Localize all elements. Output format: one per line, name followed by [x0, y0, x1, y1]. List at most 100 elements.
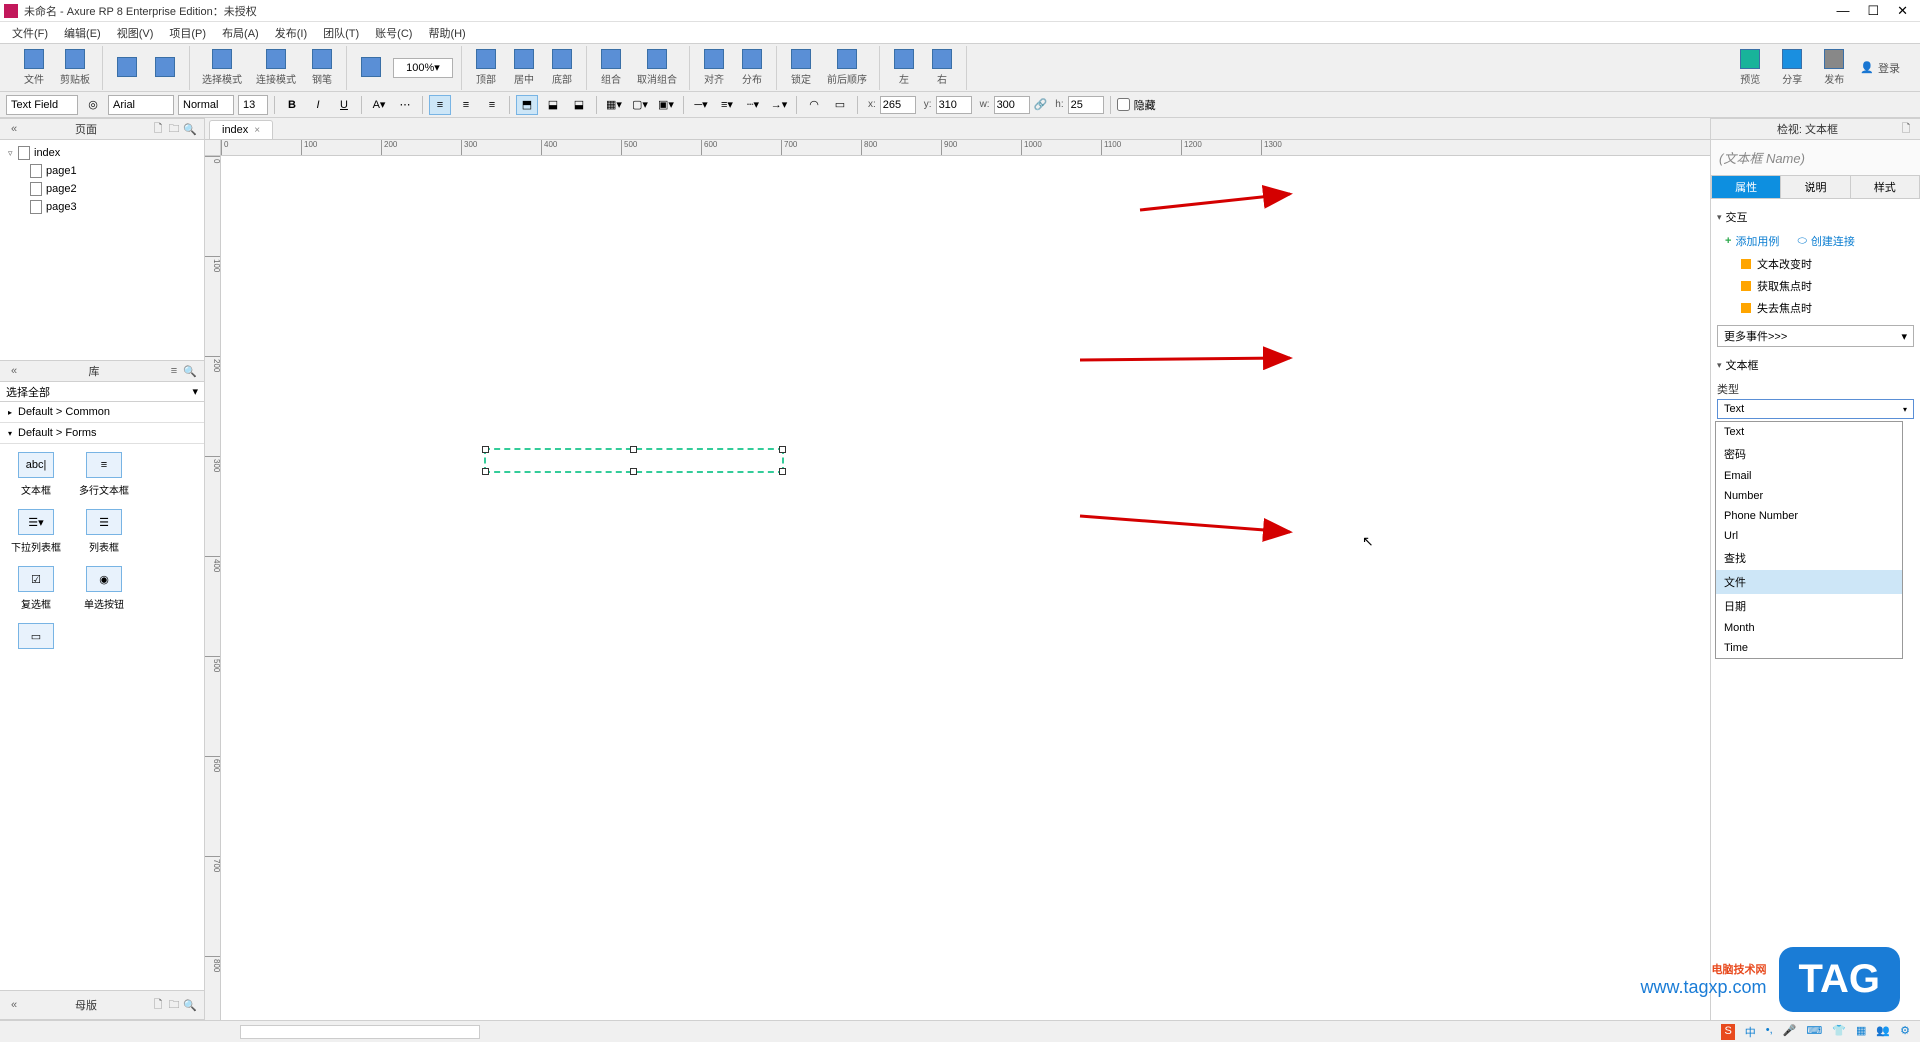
tab-properties[interactable]: 属性: [1711, 175, 1781, 199]
type-option-phone-number[interactable]: Phone Number: [1716, 506, 1902, 526]
undo-button[interactable]: [111, 55, 143, 81]
clipboard-button[interactable]: 剪贴板: [56, 47, 94, 88]
close-tab-icon[interactable]: ×: [254, 125, 260, 136]
canvas[interactable]: [221, 156, 1710, 1020]
event-lost-focus[interactable]: 失去焦点时: [1717, 297, 1914, 319]
type-option-日期[interactable]: 日期: [1716, 594, 1902, 618]
lib-category-common[interactable]: ▸Default > Common: [0, 402, 204, 423]
y-input[interactable]: [936, 96, 972, 114]
minimize-button[interactable]: —: [1836, 3, 1849, 19]
zoom-select[interactable]: 100% ▾: [393, 58, 453, 78]
search-pages-icon[interactable]: 🔍: [182, 121, 198, 137]
preview-button[interactable]: 预览: [1734, 47, 1766, 88]
widget-listbox[interactable]: ☰列表框: [76, 509, 132, 554]
collapse-master-icon[interactable]: «: [6, 997, 22, 1013]
align-bottom-button[interactable]: 底部: [546, 47, 578, 88]
pen-button[interactable]: 钢笔: [306, 47, 338, 88]
event-text-change[interactable]: 文本改变时: [1717, 253, 1914, 275]
inner-shadow-button[interactable]: ▣▾: [655, 95, 677, 115]
page-item-page3[interactable]: page3: [0, 198, 204, 216]
collapse-lib-icon[interactable]: «: [6, 363, 22, 379]
section-textfield[interactable]: ▾文本框: [1717, 353, 1914, 377]
page-item-page1[interactable]: page1: [0, 162, 204, 180]
padding-button[interactable]: ▭: [829, 95, 851, 115]
section-interactions[interactable]: ▾交互: [1717, 205, 1914, 229]
lock-aspect-icon[interactable]: 🔗: [1034, 98, 1048, 111]
hidden-checkbox[interactable]: [1117, 98, 1130, 111]
page-item-index[interactable]: ▿index: [0, 144, 204, 162]
type-option-text[interactable]: Text: [1716, 422, 1902, 442]
add-page-icon[interactable]: 🗋: [150, 121, 166, 137]
w-input[interactable]: [994, 96, 1030, 114]
menu-view[interactable]: 视图(V): [111, 23, 160, 43]
canvas-tab-index[interactable]: index×: [209, 120, 273, 139]
status-people-icon[interactable]: 👥: [1876, 1024, 1890, 1040]
menu-team[interactable]: 团队(T): [317, 23, 365, 43]
line-width-button[interactable]: ≡▾: [716, 95, 738, 115]
group-button[interactable]: 组合: [595, 47, 627, 88]
type-option-month[interactable]: Month: [1716, 618, 1902, 638]
valign-middle-button[interactable]: ⬓: [542, 95, 564, 115]
status-shirt-icon[interactable]: 👕: [1832, 1024, 1846, 1040]
x-input[interactable]: [880, 96, 916, 114]
search-master-icon[interactable]: 🔍: [182, 997, 198, 1013]
font-color-button[interactable]: A▾: [368, 95, 390, 115]
selected-textfield-widget[interactable]: [484, 448, 784, 473]
widget-checkbox[interactable]: ☑复选框: [8, 566, 64, 611]
status-grid-icon[interactable]: ▦: [1856, 1024, 1866, 1040]
tab-notes[interactable]: 说明: [1781, 175, 1850, 199]
align-center-button[interactable]: ≡: [455, 95, 477, 115]
widget-submit[interactable]: ▭: [8, 623, 64, 649]
type-option-密码[interactable]: 密码: [1716, 442, 1902, 466]
widget-droplist[interactable]: ☰▾下拉列表框: [8, 509, 64, 554]
weight-select[interactable]: Normal: [178, 95, 234, 115]
type-option-number[interactable]: Number: [1716, 486, 1902, 506]
select-mode-button[interactable]: 选择模式: [198, 47, 246, 88]
search-lib-icon[interactable]: 🔍: [182, 363, 198, 379]
corner-radius-button[interactable]: ◠: [803, 95, 825, 115]
more-text-button[interactable]: ⋯: [394, 95, 416, 115]
add-folder-icon[interactable]: 🗀: [166, 121, 182, 137]
menu-publish[interactable]: 发布(I): [269, 23, 313, 43]
widget-textarea[interactable]: ≡多行文本框: [76, 452, 132, 497]
fill-color-button[interactable]: ▦▾: [603, 95, 625, 115]
outer-shadow-button[interactable]: ▢▾: [629, 95, 651, 115]
ruler-vertical[interactable]: 0100200300400500600700800: [205, 156, 221, 1020]
menu-layout[interactable]: 布局(A): [216, 23, 265, 43]
lib-category-forms[interactable]: ▾Default > Forms: [0, 423, 204, 444]
type-option-email[interactable]: Email: [1716, 466, 1902, 486]
type-select[interactable]: Text▾: [1717, 399, 1914, 419]
redo-button[interactable]: [149, 55, 181, 81]
status-keyboard-icon[interactable]: ⌨: [1806, 1024, 1822, 1040]
menu-account[interactable]: 账号(C): [369, 23, 418, 43]
type-option-查找[interactable]: 查找: [1716, 546, 1902, 570]
widget-name-field[interactable]: (文本框 Name): [1711, 140, 1920, 175]
widget-textfield[interactable]: abc|文本框: [8, 452, 64, 497]
target-icon[interactable]: ◎: [82, 95, 104, 115]
new-file-button[interactable]: 文件: [18, 47, 50, 88]
inspector-page-icon[interactable]: 🗋: [1898, 121, 1914, 137]
type-option-文件[interactable]: 文件: [1716, 570, 1902, 594]
connect-mode-button[interactable]: 连接模式: [252, 47, 300, 88]
h-scrollbar[interactable]: [240, 1025, 480, 1039]
valign-bottom-button[interactable]: ⬓: [568, 95, 590, 115]
align-button[interactable]: 对齐: [698, 47, 730, 88]
lib-menu-icon[interactable]: ≡: [166, 363, 182, 379]
font-select[interactable]: Arial: [108, 95, 174, 115]
event-got-focus[interactable]: 获取焦点时: [1717, 275, 1914, 297]
add-case-link[interactable]: +添加用例: [1725, 233, 1779, 249]
share-button[interactable]: 分享: [1776, 47, 1808, 88]
align-middle-button[interactable]: 居中: [508, 47, 540, 88]
line-style-button[interactable]: ┄▾: [742, 95, 764, 115]
bold-button[interactable]: B: [281, 95, 303, 115]
maximize-button[interactable]: ☐: [1867, 3, 1879, 19]
menu-edit[interactable]: 编辑(E): [58, 23, 107, 43]
arrow-style-button[interactable]: →▾: [768, 95, 790, 115]
type-option-url[interactable]: Url: [1716, 526, 1902, 546]
add-master-folder-icon[interactable]: 🗀: [166, 997, 182, 1013]
tab-style[interactable]: 样式: [1851, 175, 1920, 199]
status-mic-icon[interactable]: 🎤: [1783, 1024, 1797, 1040]
add-master-icon[interactable]: 🗋: [150, 997, 166, 1013]
page-item-page2[interactable]: page2: [0, 180, 204, 198]
format-painter-button[interactable]: [355, 55, 387, 81]
